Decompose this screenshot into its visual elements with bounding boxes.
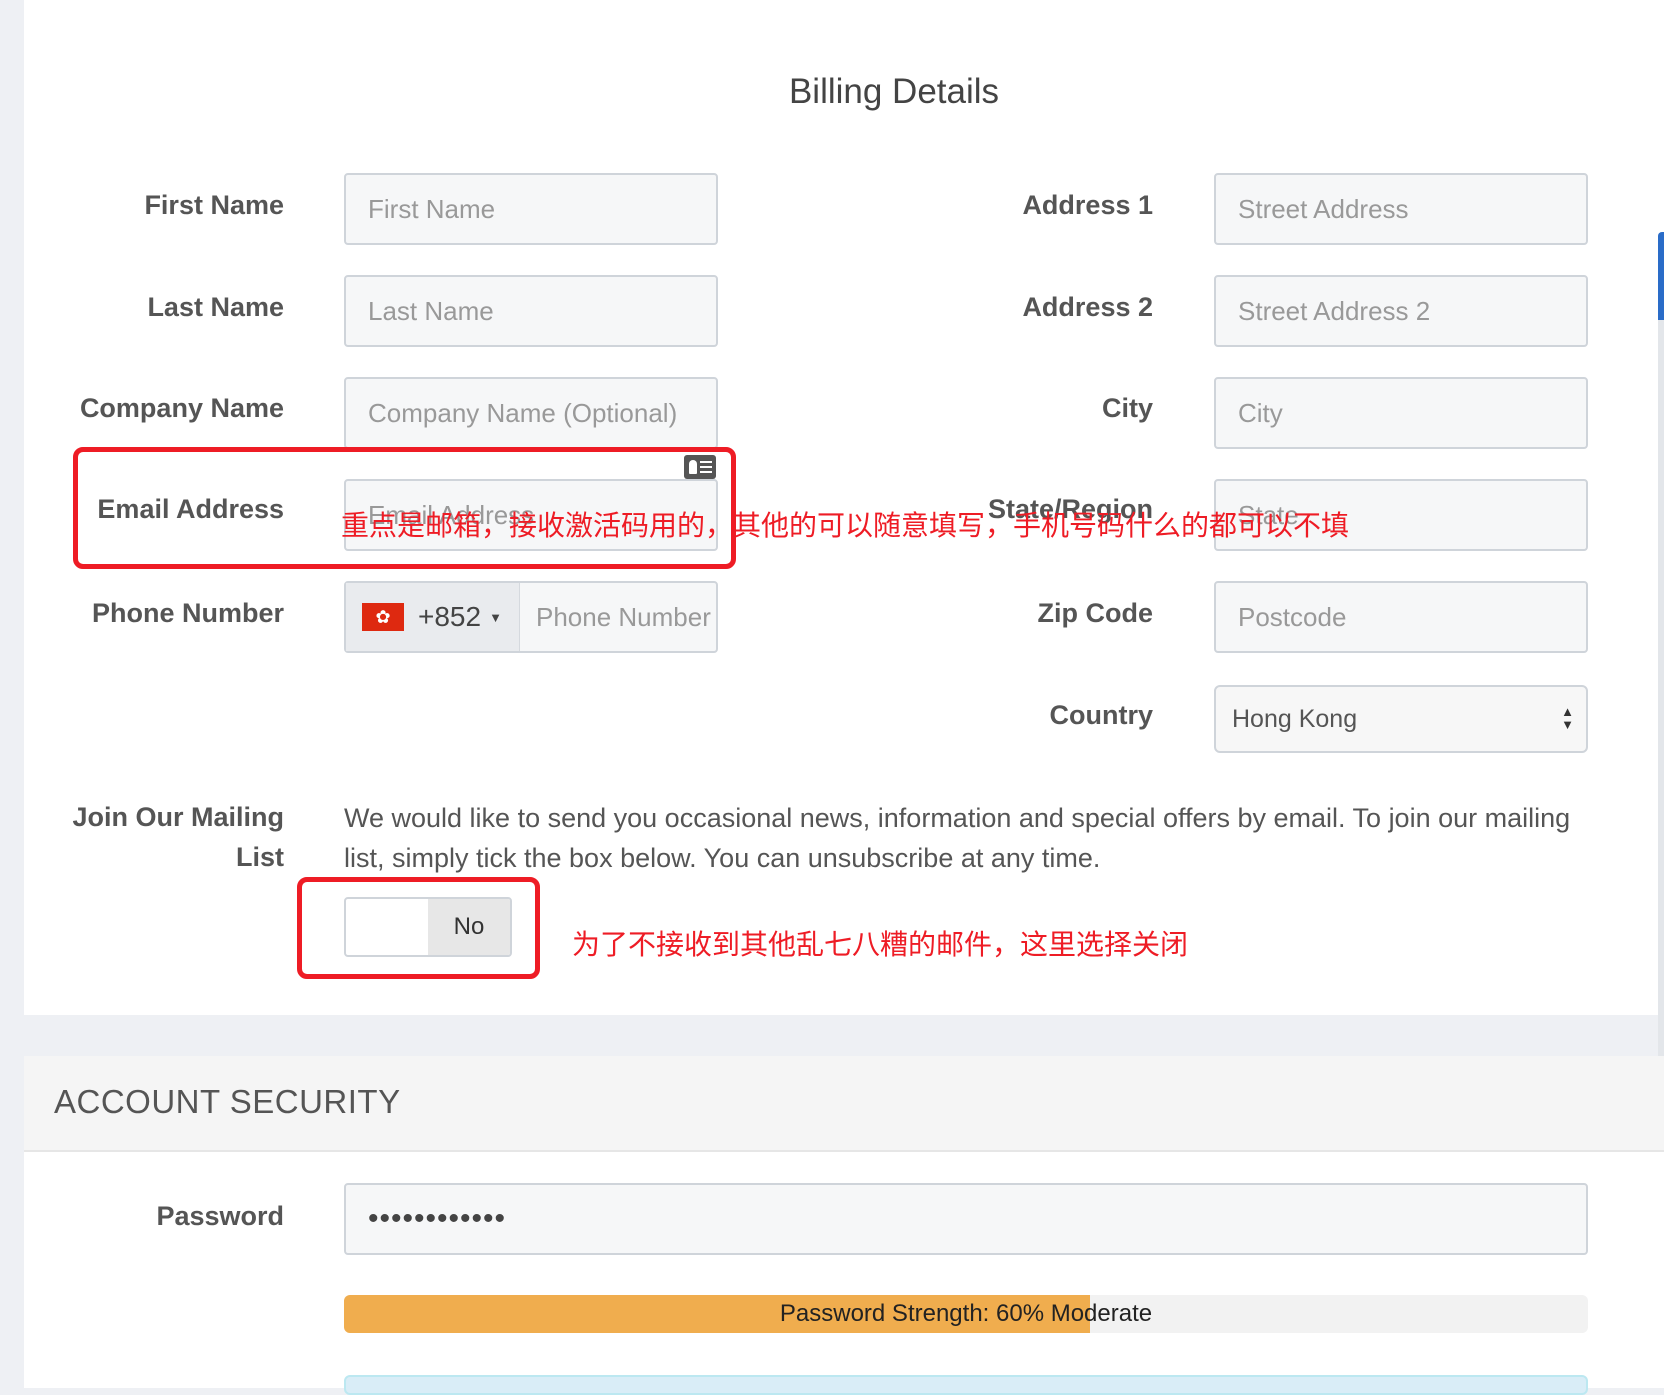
country-value: Hong Kong bbox=[1232, 704, 1358, 733]
first-name-input[interactable]: First Name bbox=[344, 173, 718, 245]
first-name-label: First Name bbox=[144, 190, 284, 220]
password-strength-bar: Password Strength: 60% Moderate bbox=[344, 1295, 1588, 1333]
account-security-title: ACCOUNT SECURITY bbox=[54, 1083, 401, 1120]
country-select[interactable]: Hong Kong ▲ ▼ bbox=[1214, 685, 1588, 753]
mailing-label-line1: Join Our Mailing bbox=[72, 802, 284, 832]
country-code-dropdown[interactable]: ✿ +852 ▼ bbox=[346, 583, 520, 651]
phone-input-group: ✿ +852 ▼ Phone Number bbox=[344, 581, 718, 653]
phone-label: Phone Number bbox=[91, 598, 284, 628]
phone-number-input[interactable]: Phone Number bbox=[536, 583, 716, 651]
hong-kong-flag-icon: ✿ bbox=[362, 603, 404, 631]
caret-down-icon: ▼ bbox=[489, 609, 502, 625]
info-alert bbox=[344, 1375, 1588, 1395]
address1-placeholder: Street Address bbox=[1238, 193, 1409, 224]
billing-title: Billing Details bbox=[788, 72, 1000, 111]
mailing-annotation: 为了不接收到其他乱七八糟的邮件，这里选择关闭 bbox=[572, 929, 1189, 960]
side-tab[interactable] bbox=[1658, 232, 1664, 324]
toggle-highlight-box bbox=[297, 877, 540, 979]
address1-label: Address 1 bbox=[1022, 190, 1153, 220]
country-label: Country bbox=[1049, 700, 1154, 730]
last-name-placeholder: Last Name bbox=[368, 295, 494, 326]
email-annotation: 重点是邮箱，接收激活码用的，其他的可以随意填写，手机号码什么的都可以不填 bbox=[341, 510, 1350, 541]
last-name-label: Last Name bbox=[147, 292, 284, 322]
last-name-input[interactable]: Last Name bbox=[344, 275, 718, 347]
address1-input[interactable]: Street Address bbox=[1214, 173, 1588, 245]
company-name-input[interactable]: Company Name (Optional) bbox=[344, 377, 718, 449]
address2-label: Address 2 bbox=[1022, 292, 1153, 322]
password-label: Password bbox=[156, 1201, 284, 1231]
address2-input[interactable]: Street Address 2 bbox=[1214, 275, 1588, 347]
password-input[interactable]: •••••••••••• bbox=[344, 1183, 1588, 1255]
city-label: City bbox=[1101, 393, 1153, 423]
zip-placeholder: Postcode bbox=[1238, 601, 1347, 632]
company-name-placeholder: Company Name (Optional) bbox=[368, 397, 678, 428]
select-arrows-icon: ▲ ▼ bbox=[1561, 704, 1574, 732]
city-placeholder: City bbox=[1238, 397, 1283, 428]
mailing-label-line2: List bbox=[235, 842, 284, 872]
dial-code: +852 bbox=[418, 601, 482, 632]
company-name-label: Company Name bbox=[79, 393, 284, 423]
mailing-list-label: Join Our Mailing List bbox=[72, 797, 284, 877]
zip-label: Zip Code bbox=[1037, 598, 1154, 628]
first-name-placeholder: First Name bbox=[368, 193, 496, 224]
password-value: •••••••••••• bbox=[368, 1202, 507, 1235]
zip-input[interactable]: Postcode bbox=[1214, 581, 1588, 653]
password-strength-text: Password Strength: 60% Moderate bbox=[779, 1300, 1153, 1327]
phone-placeholder: Phone Number bbox=[536, 601, 711, 632]
mailing-description: We would like to send you occasional new… bbox=[344, 803, 1571, 873]
city-input[interactable]: City bbox=[1214, 377, 1588, 449]
address2-placeholder: Street Address 2 bbox=[1238, 295, 1431, 326]
